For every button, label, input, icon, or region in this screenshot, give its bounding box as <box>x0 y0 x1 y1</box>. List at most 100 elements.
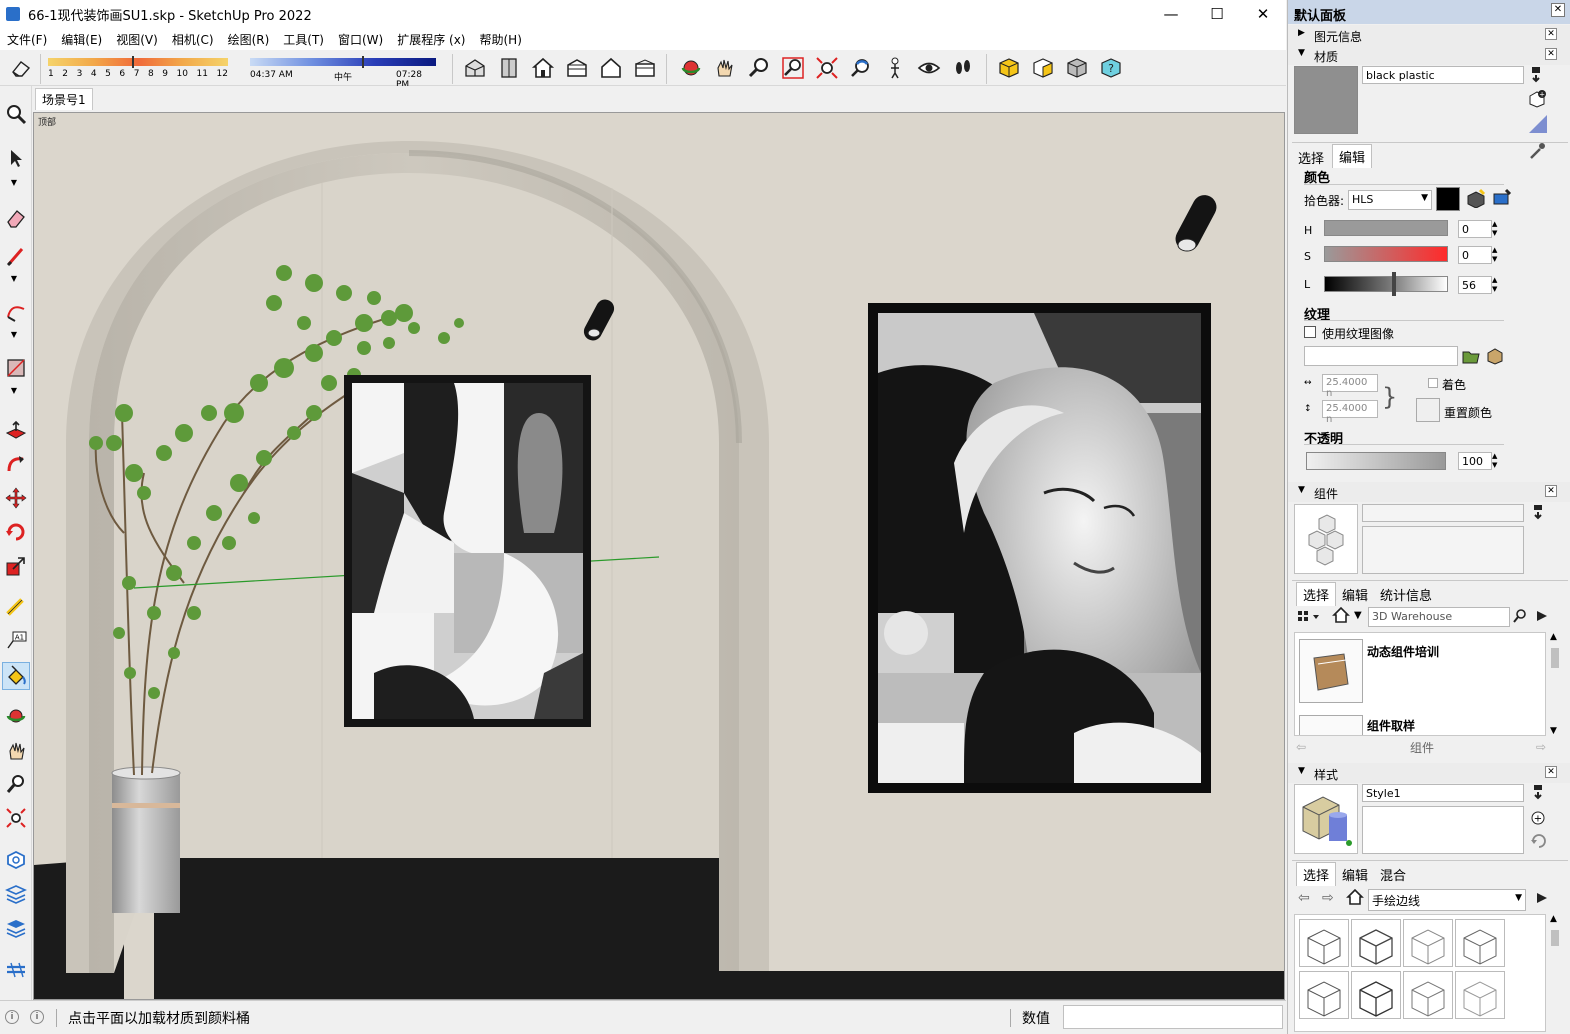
zoom-window-icon[interactable] <box>778 54 808 82</box>
position-camera-icon[interactable] <box>880 54 910 82</box>
menu-extensions[interactable]: 扩展程序 (x) <box>390 31 472 48</box>
search-icon[interactable] <box>1512 608 1530 626</box>
component-list-scrollbar[interactable]: ▲ ▼ <box>1548 632 1562 736</box>
colorize-checkbox[interactable] <box>1428 378 1438 388</box>
eraser-icon[interactable] <box>6 54 36 82</box>
tags-icon[interactable] <box>2 956 30 984</box>
minimize-button[interactable]: — <box>1148 0 1194 28</box>
shadow-month-slider[interactable]: 1 2 3 4 5 6 7 8 9 10 11 12 <box>48 56 228 82</box>
orbit-tool-icon[interactable] <box>2 702 30 730</box>
eraser-tool-icon[interactable] <box>2 204 30 232</box>
share-component-icon[interactable] <box>1028 54 1058 82</box>
display-secondary-icon[interactable] <box>1528 66 1548 86</box>
list-item[interactable]: 动态组件培训 <box>1367 643 1439 660</box>
l-value-input[interactable]: 56 <box>1458 276 1492 294</box>
use-texture-checkbox[interactable] <box>1304 326 1316 338</box>
component-name-input[interactable] <box>1362 504 1524 522</box>
zoom-extents-tool-icon[interactable] <box>2 804 30 832</box>
h-value-input[interactable]: 0 <box>1458 220 1492 238</box>
scene-tab-1[interactable]: 场景号1 <box>35 88 93 110</box>
color-picker-select[interactable]: HLS ▼ <box>1348 190 1432 210</box>
chevron-down-icon[interactable]: ▼ <box>8 274 20 283</box>
style-thumbnail[interactable] <box>1403 971 1453 1019</box>
style-name-input[interactable]: Style1 <box>1362 784 1524 802</box>
front-view-icon[interactable] <box>528 54 558 82</box>
top-view-icon[interactable] <box>494 54 524 82</box>
left-view-icon[interactable] <box>630 54 660 82</box>
close-icon[interactable]: ✕ <box>1545 766 1557 778</box>
rectangle-tool-icon[interactable] <box>2 354 30 382</box>
match-color-screen-icon[interactable] <box>1492 188 1514 210</box>
forward-arrow-icon[interactable]: ⇨ <box>1322 890 1340 908</box>
paint-bucket-icon[interactable] <box>2 662 30 690</box>
move-tool-icon[interactable] <box>2 484 30 512</box>
3d-viewport[interactable]: 顶部 <box>33 112 1285 1000</box>
chevron-down-icon[interactable]: ▼ <box>1354 610 1366 622</box>
previous-view-icon[interactable] <box>846 54 876 82</box>
3d-warehouse-icon[interactable] <box>994 54 1024 82</box>
style-thumbnail[interactable] <box>1351 919 1401 967</box>
home-icon[interactable] <box>1332 606 1352 626</box>
rotate-tool-icon[interactable] <box>2 518 30 546</box>
details-arrow-icon[interactable] <box>1534 890 1552 908</box>
measurements-input[interactable] <box>1063 1005 1283 1029</box>
create-style-icon[interactable]: + <box>1530 808 1548 826</box>
right-view-icon[interactable] <box>562 54 592 82</box>
zoom-tool-icon[interactable] <box>2 100 30 128</box>
opacity-slider[interactable] <box>1306 452 1446 470</box>
scale-tool-icon[interactable] <box>2 552 30 580</box>
back-view-icon[interactable] <box>596 54 626 82</box>
menu-window[interactable]: 窗口(W) <box>331 31 390 48</box>
l-slider[interactable] <box>1324 276 1448 292</box>
pan-tool-icon[interactable] <box>2 736 30 764</box>
text-tool-icon[interactable]: A1 <box>2 626 30 654</box>
style-grid-scrollbar[interactable]: ▲ <box>1548 914 1562 1032</box>
display-secondary-icon[interactable] <box>1530 784 1548 802</box>
style-thumbnail[interactable] <box>1299 971 1349 1019</box>
line-tool-icon[interactable] <box>2 242 30 270</box>
styles-tab-mix[interactable]: 混合 <box>1380 865 1406 884</box>
aspect-lock-icon[interactable]: } <box>1382 380 1404 414</box>
styles-tab-edit[interactable]: 编辑 <box>1342 865 1368 884</box>
s-spinner[interactable]: ▲ ▼ <box>1492 246 1502 264</box>
layers-icon[interactable] <box>2 880 30 908</box>
match-color-model-icon[interactable] <box>1466 188 1488 210</box>
style-thumbnail[interactable] <box>1351 971 1401 1019</box>
material-tab-edit[interactable]: 编辑 <box>1332 144 1373 168</box>
arc-tool-icon[interactable] <box>2 298 30 326</box>
component-description-input[interactable] <box>1362 526 1524 574</box>
walk-icon[interactable] <box>948 54 978 82</box>
menu-draw[interactable]: 绘图(R) <box>221 31 277 48</box>
back-arrow-icon[interactable]: ⇦ <box>1298 890 1316 908</box>
tray-close-icon[interactable]: ✕ <box>1551 3 1565 17</box>
close-icon[interactable]: ✕ <box>1545 485 1557 497</box>
entity-info-header[interactable]: ▶ 图元信息 ✕ <box>1288 25 1570 45</box>
component-search-input[interactable]: 3D Warehouse <box>1368 607 1510 627</box>
follow-me-icon[interactable] <box>2 450 30 478</box>
zoom-tool-icon[interactable] <box>2 770 30 798</box>
extension-warehouse-icon[interactable] <box>1062 54 1092 82</box>
menu-tools[interactable]: 工具(T) <box>276 31 331 48</box>
menu-file[interactable]: 文件(F) <box>0 31 54 48</box>
push-pull-icon[interactable] <box>2 416 30 444</box>
home-icon[interactable] <box>1346 888 1366 908</box>
opacity-value-input[interactable]: 100 <box>1458 452 1492 470</box>
style-thumbnail[interactable] <box>1299 919 1349 967</box>
pan-icon[interactable] <box>710 54 740 82</box>
layer-stack-icon[interactable] <box>2 914 30 942</box>
components-tab-select[interactable]: 选择 <box>1296 582 1337 606</box>
details-arrow-icon[interactable] <box>1534 608 1552 626</box>
chevron-down-icon[interactable]: ▼ <box>8 330 20 339</box>
components-tab-edit[interactable]: 编辑 <box>1342 585 1368 604</box>
materials-header[interactable]: ▼ 材质 ✕ <box>1288 45 1570 65</box>
texture-width-input[interactable]: 25.4000 n <box>1322 374 1378 399</box>
tape-measure-icon[interactable] <box>2 592 30 620</box>
help-icon[interactable]: ? <box>1096 54 1126 82</box>
back-arrow-icon[interactable]: ⇦ <box>1296 740 1314 756</box>
l-spinner[interactable]: ▲ ▼ <box>1492 276 1502 294</box>
close-icon[interactable]: ✕ <box>1545 28 1557 40</box>
create-material-icon[interactable]: + <box>1528 90 1548 110</box>
menu-edit[interactable]: 编辑(E) <box>54 31 109 48</box>
chevron-down-icon[interactable]: ▼ <box>8 178 20 187</box>
texture-height-input[interactable]: 25.4000 n <box>1322 400 1378 425</box>
